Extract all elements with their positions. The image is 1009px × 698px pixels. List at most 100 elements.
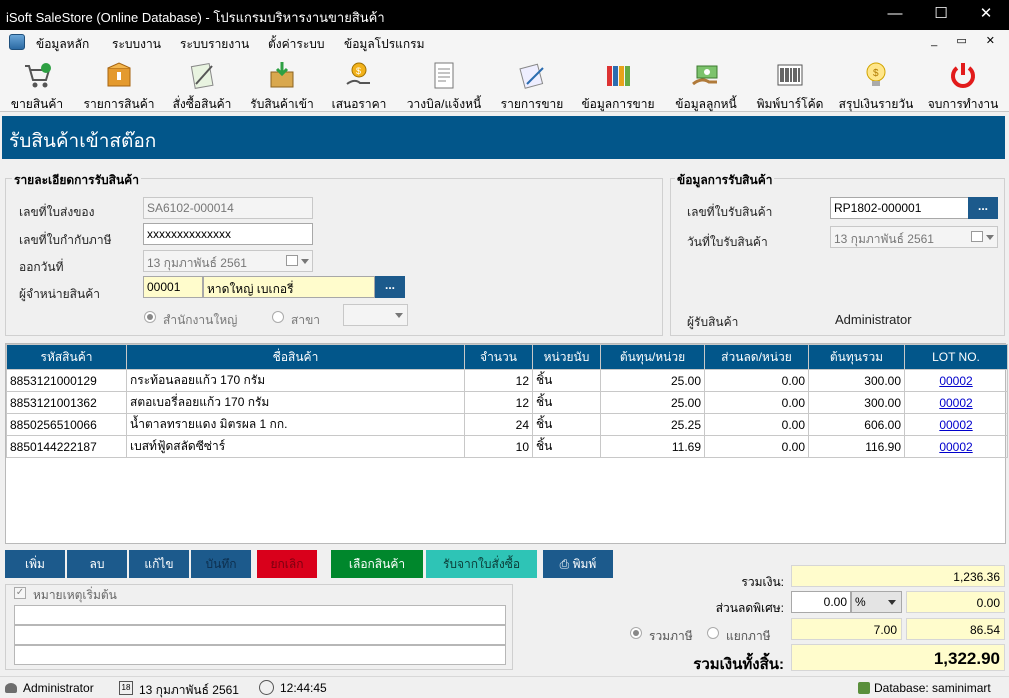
receipt-date-field[interactable]: 13 กุมภาพันธ์ 2561 — [830, 226, 998, 248]
cell-code: 8853121001362 — [6, 391, 127, 414]
toolbar-exit-button[interactable]: จบการทำงาน — [926, 56, 1000, 111]
branch-select[interactable] — [343, 304, 408, 326]
cancel-button[interactable]: ยกเลิก — [257, 550, 317, 578]
vat-excluded-label: แยกภาษี — [726, 629, 771, 643]
menu-about[interactable]: ข้อมูลโปรแกรม — [344, 35, 425, 54]
branch-radio[interactable] — [272, 311, 284, 323]
cell-code: 8850256510066 — [6, 413, 127, 436]
menu-reports[interactable]: ระบบรายงาน — [180, 35, 249, 54]
remarks-line-1[interactable] — [14, 605, 506, 625]
col-discount[interactable]: ส่วนลด/หน่วย — [704, 344, 809, 370]
discount-input[interactable]: 0.00 — [791, 591, 851, 613]
vat-rate[interactable]: 7.00 — [791, 618, 902, 640]
cell-total: 300.00 — [808, 391, 905, 414]
maximize-button[interactable]: ☐ — [918, 0, 964, 30]
supplier-label: ผู้จำหน่ายสินค้า — [19, 287, 100, 301]
tax-no-label: เลขที่ใบกำกับภาษี — [19, 233, 112, 247]
vat-amount: 86.54 — [906, 618, 1005, 640]
issue-date-field[interactable]: 13 กุมภาพันธ์ 2561 — [143, 250, 313, 272]
remarks-line-3[interactable] — [14, 645, 506, 665]
lot-link[interactable]: 00002 — [939, 440, 972, 454]
col-total[interactable]: ต้นทุนรวม — [808, 344, 905, 370]
toolbar-order-button[interactable]: สั่งซื้อสินค้า — [166, 56, 238, 111]
table-row[interactable]: 8853121001362 สตอเบอรี่ลอยแก้ว 170 กรัม … — [6, 391, 1008, 414]
menu-bar: ข้อมูลหลัก ระบบงาน ระบบรายงาน ตั้งค่าระบ… — [0, 30, 1009, 54]
sum-label: รวมเงิน: — [741, 575, 784, 589]
status-time: 12:44:45 — [280, 681, 327, 695]
tax-no-field[interactable]: xxxxxxxxxxxxxx — [143, 223, 313, 245]
cell-name: สตอเบอรี่ลอยแก้ว 170 กรัม — [126, 391, 465, 414]
hq-radio[interactable] — [144, 311, 156, 323]
edit-button[interactable]: แก้ไข — [129, 550, 189, 578]
printer-icon: ⎙ — [559, 557, 570, 571]
table-row[interactable]: 8850256510066 น้ำตาลทรายแดง มิตรผล 1 กก.… — [6, 413, 1008, 436]
info-title: ข้อมูลการรับสินค้า — [675, 171, 775, 190]
cell-total: 116.90 — [808, 435, 905, 458]
mdi-window-buttons[interactable]: _ ▭ ✕ — [931, 34, 1003, 47]
hq-label: สำนักงานใหญ่ — [163, 313, 238, 327]
discount-unit-select[interactable]: % — [851, 591, 902, 613]
detail-groupbox — [5, 178, 663, 336]
supplier-lookup-button[interactable]: ... — [375, 276, 405, 298]
cell-qty: 12 — [464, 369, 533, 392]
vat-included-radio[interactable] — [630, 627, 642, 639]
app-icon[interactable] — [9, 34, 25, 50]
close-button[interactable]: ✕ — [963, 0, 1009, 30]
lot-link[interactable]: 00002 — [939, 374, 972, 388]
table-row[interactable]: 8853121000129 กระท้อนลอยแก้ว 170 กรัม 12… — [6, 369, 1008, 392]
minimize-button[interactable]: — — [872, 0, 918, 30]
save-button[interactable]: บันทึก — [191, 550, 251, 578]
col-name[interactable]: ชื่อสินค้า — [126, 344, 465, 370]
col-lot[interactable]: LOT NO. — [904, 344, 1008, 370]
cell-unit: ชิ้น — [532, 369, 601, 392]
cell-name: เบสท์ฟู้ดสลัดซีซ่าร์ — [126, 435, 465, 458]
col-code[interactable]: รหัสสินค้า — [6, 344, 127, 370]
database-icon — [858, 682, 870, 694]
toolbar-daily-summary-button[interactable]: $ สรุปเงินรายวัน — [836, 56, 916, 111]
vat-excluded-radio[interactable] — [707, 627, 719, 639]
toolbar-invoice-button[interactable]: วางบิล/แจ้งหนี้ — [402, 56, 486, 111]
delivery-no-field[interactable]: SA6102-000014 — [143, 197, 313, 219]
lot-link[interactable]: 00002 — [939, 418, 972, 432]
toolbar-sales-list-button[interactable]: รายการขาย — [496, 56, 568, 111]
remarks-line-2[interactable] — [14, 625, 506, 645]
toolbar-sales-data-button[interactable]: ข้อมูลการขาย — [578, 56, 658, 111]
menu-system[interactable]: ระบบงาน — [112, 35, 161, 54]
receipt-date-label: วันที่ใบรับสินค้า — [687, 235, 768, 249]
col-qty[interactable]: จำนวน — [464, 344, 533, 370]
table-row[interactable]: 8850144222187 เบสท์ฟู้ดสลัดซีซ่าร์ 10 ชิ… — [6, 435, 1008, 458]
select-product-button[interactable]: เลือกสินค้า — [331, 550, 423, 578]
receiver-value: Administrator — [835, 312, 912, 327]
cell-discount: 0.00 — [704, 391, 809, 414]
col-unit[interactable]: หน่วยนับ — [532, 344, 601, 370]
supplier-code-field[interactable]: 00001 — [143, 276, 203, 298]
lot-link[interactable]: 00002 — [939, 396, 972, 410]
window-title: iSoft SaleStore (Online Database) - โปรแ… — [6, 10, 385, 25]
sales-data-icon — [607, 66, 630, 86]
box-icon — [107, 62, 131, 87]
toolbar-quote-button[interactable]: $ เสนอราคา — [328, 56, 390, 111]
menu-master-data[interactable]: ข้อมูลหลัก — [36, 35, 89, 54]
toolbar-receive-button[interactable]: รับสินค้าเข้า — [246, 56, 318, 111]
toolbar-products-button[interactable]: รายการสินค้า — [80, 56, 158, 111]
delete-button[interactable]: ลบ — [67, 550, 127, 578]
receipt-lookup-button[interactable]: ... — [968, 197, 998, 219]
cell-unit: ชิ้น — [532, 391, 601, 414]
remarks-checkbox[interactable]: ✓ — [14, 587, 26, 599]
cell-unit: ชิ้น — [532, 413, 601, 436]
vat-included-label: รวมภาษี — [649, 629, 693, 643]
cell-discount: 0.00 — [704, 413, 809, 436]
add-button[interactable]: เพิ่ม — [5, 550, 65, 578]
toolbar-debtor-button[interactable]: ข้อมูลลูกหนี้ — [670, 56, 742, 111]
from-order-button[interactable]: รับจากใบสั่งซื้อ — [426, 550, 537, 578]
invoice-icon — [434, 62, 454, 89]
receipt-no-field[interactable]: RP1802-000001 — [830, 197, 970, 219]
menu-settings[interactable]: ตั้งค่าระบบ — [268, 35, 325, 54]
toolbar-barcode-button[interactable]: พิมพ์บาร์โค้ด — [752, 56, 828, 111]
chevron-down-icon — [395, 313, 403, 318]
supplier-name-field[interactable]: หาดใหญ่ เบเกอรี่ — [203, 276, 375, 298]
col-cost[interactable]: ต้นทุน/หน่วย — [600, 344, 705, 370]
cell-name: น้ำตาลทรายแดง มิตรผล 1 กก. — [126, 413, 465, 436]
print-button[interactable]: ⎙ พิมพ์ — [543, 550, 613, 578]
toolbar-sell-button[interactable]: ขายสินค้า — [6, 56, 68, 111]
